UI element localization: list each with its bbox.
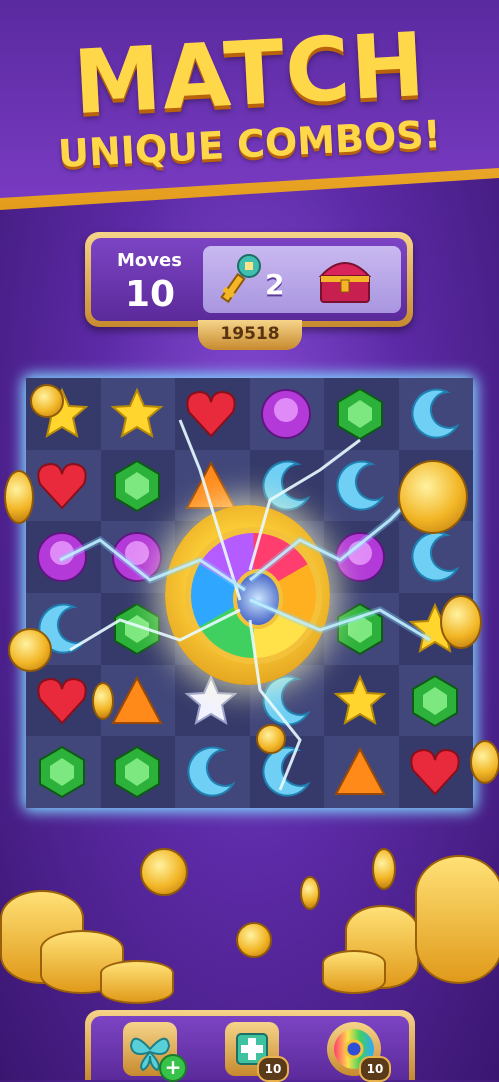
coin-icon xyxy=(440,595,482,649)
rainbow-bomb-eye xyxy=(233,569,283,629)
coin-icon xyxy=(92,682,114,720)
coin-icon xyxy=(470,740,499,784)
green-gem-icon xyxy=(109,601,165,657)
green-gem-icon xyxy=(109,458,165,514)
booster-count-badge: 10 xyxy=(257,1056,289,1082)
orange-triangle-icon xyxy=(109,673,165,729)
board-cell[interactable] xyxy=(324,378,399,450)
rainbow-booster-icon[interactable]: 10 xyxy=(327,1022,391,1082)
board-cell[interactable] xyxy=(398,664,473,737)
board-cell[interactable] xyxy=(398,378,473,450)
coin-icon xyxy=(372,848,396,890)
board-cell[interactable] xyxy=(100,593,175,665)
green-gem-icon xyxy=(332,386,388,442)
board-cell[interactable] xyxy=(26,449,101,522)
coin-icon xyxy=(4,470,34,524)
moves-goal-panel: Moves 10 2 xyxy=(85,232,413,327)
board-cell[interactable] xyxy=(324,593,399,665)
butterfly-booster-icon[interactable]: + xyxy=(123,1022,187,1082)
board-cell[interactable] xyxy=(100,449,175,522)
coin-icon xyxy=(398,460,468,534)
red-heart-icon xyxy=(34,673,90,729)
coin-stack xyxy=(415,855,499,984)
green-gem-icon xyxy=(407,673,463,729)
booster-bar: + 10 10 xyxy=(85,1010,415,1082)
orange-triangle-icon xyxy=(332,744,388,800)
blue-moon-icon xyxy=(407,529,463,585)
key-goal-count: 2 xyxy=(265,268,285,301)
blue-moon-icon xyxy=(183,744,239,800)
board-cell[interactable] xyxy=(324,736,399,808)
purple-gem-icon xyxy=(258,386,314,442)
yellow-star-icon xyxy=(332,673,388,729)
blue-moon-icon xyxy=(332,458,388,514)
moves-value: 10 xyxy=(125,274,176,315)
board-cell[interactable] xyxy=(100,378,175,450)
board-cell[interactable] xyxy=(175,378,250,450)
rainbow-bomb-core xyxy=(185,527,322,664)
hud-inner: Moves 10 2 xyxy=(91,238,407,321)
purple-gem-icon xyxy=(332,529,388,585)
booster-bar-inner: + 10 10 xyxy=(91,1016,409,1082)
hammer-booster-icon[interactable]: 10 xyxy=(225,1022,289,1082)
booster-count-badge: 10 xyxy=(359,1056,391,1082)
board-cell[interactable] xyxy=(324,664,399,737)
board-cell[interactable] xyxy=(324,521,399,593)
blue-moon-icon xyxy=(407,386,463,442)
blue-moon-icon xyxy=(258,458,314,514)
score-value: 19518 xyxy=(220,324,280,344)
orange-triangle-icon xyxy=(183,458,239,514)
coin-icon xyxy=(30,384,64,418)
green-gem-icon xyxy=(109,744,165,800)
coin-icon xyxy=(8,628,52,672)
board-cell[interactable] xyxy=(175,736,250,808)
purple-gem-icon xyxy=(109,529,165,585)
board-cell[interactable] xyxy=(26,736,101,808)
board-cell[interactable] xyxy=(398,736,473,808)
board-cell[interactable] xyxy=(249,378,324,450)
board-cell[interactable] xyxy=(26,521,101,593)
moves-label: Moves xyxy=(117,250,182,271)
red-heart-icon xyxy=(407,744,463,800)
board-cell[interactable] xyxy=(100,521,175,593)
purple-gem-icon xyxy=(34,529,90,585)
goal-box: 2 xyxy=(203,246,401,313)
yellow-star-icon xyxy=(109,386,165,442)
board-cell[interactable] xyxy=(26,664,101,737)
green-gem-icon xyxy=(332,601,388,657)
score-tab: 19518 xyxy=(198,320,302,350)
rainbow-bomb-icon[interactable] xyxy=(165,505,330,685)
coin-stack xyxy=(322,950,386,994)
red-heart-icon xyxy=(183,386,239,442)
coin-stack xyxy=(100,960,174,1004)
add-booster-badge: + xyxy=(159,1054,187,1082)
coin-icon xyxy=(256,724,286,754)
red-heart-icon xyxy=(34,458,90,514)
coin-icon xyxy=(236,922,272,958)
board-cell[interactable] xyxy=(324,449,399,522)
treasure-chest-icon xyxy=(318,262,372,303)
green-gem-icon xyxy=(34,744,90,800)
board-cell[interactable] xyxy=(100,736,175,808)
coin-icon xyxy=(300,876,320,910)
key-icon xyxy=(220,254,261,304)
coin-icon xyxy=(140,848,188,896)
